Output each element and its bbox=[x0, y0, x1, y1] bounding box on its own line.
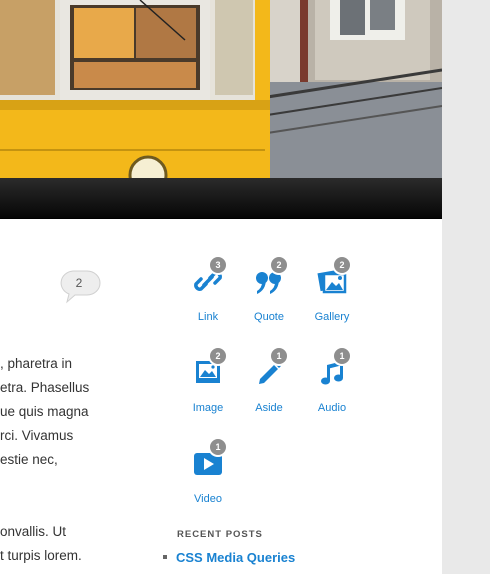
format-label: Audio bbox=[317, 402, 347, 414]
text-line: rci. Vivamus bbox=[0, 428, 74, 443]
comment-count: 2 bbox=[75, 276, 83, 290]
format-label: Gallery bbox=[314, 311, 350, 323]
format-quote[interactable]: 2 Quote bbox=[241, 256, 297, 336]
text-line: estie nec, bbox=[0, 452, 58, 467]
text-line: etra. Phasellus bbox=[0, 380, 90, 395]
navigation-bar bbox=[0, 178, 442, 219]
format-count-badge: 2 bbox=[334, 257, 350, 273]
format-count-badge: 1 bbox=[210, 439, 226, 455]
recent-posts-list: CSS Media Queries bbox=[163, 550, 295, 565]
format-link[interactable]: 3 Link bbox=[180, 256, 236, 336]
bullet bbox=[163, 555, 167, 560]
format-label: Link bbox=[197, 311, 219, 323]
page-background bbox=[442, 0, 490, 574]
post-excerpt: , pharetra in etra. Phasellus ue quis ma… bbox=[0, 352, 160, 472]
format-gallery[interactable]: 2 Gallery bbox=[304, 256, 360, 336]
comment-count-bubble[interactable]: 2 bbox=[59, 270, 101, 304]
format-count-badge: 1 bbox=[334, 348, 350, 364]
format-label: Quote bbox=[254, 311, 284, 323]
post-excerpt-2: onvallis. Ut t turpis lorem. bbox=[0, 520, 160, 568]
format-aside[interactable]: 1 Aside bbox=[241, 347, 297, 427]
recent-post-link[interactable]: CSS Media Queries bbox=[176, 550, 295, 565]
format-label: Image bbox=[192, 402, 224, 414]
recent-posts-heading: RECENT POSTS bbox=[177, 529, 263, 540]
format-count-badge: 3 bbox=[210, 257, 226, 273]
text-line: onvallis. Ut bbox=[0, 524, 67, 539]
format-count-badge: 1 bbox=[271, 348, 287, 364]
text-line: ue quis magna bbox=[0, 404, 89, 419]
format-label: Aside bbox=[255, 402, 283, 414]
recent-post-item[interactable]: CSS Media Queries bbox=[163, 550, 295, 565]
format-video[interactable]: 1 Video bbox=[180, 438, 236, 518]
format-audio[interactable]: 1 Audio bbox=[304, 347, 360, 427]
format-image[interactable]: 2 Image bbox=[180, 347, 236, 427]
text-line: t turpis lorem. bbox=[0, 548, 82, 563]
format-count-badge: 2 bbox=[210, 348, 226, 364]
format-label: Video bbox=[194, 493, 222, 505]
format-count-badge: 2 bbox=[271, 257, 287, 273]
text-line: , pharetra in bbox=[0, 356, 73, 371]
header-image bbox=[0, 0, 442, 178]
